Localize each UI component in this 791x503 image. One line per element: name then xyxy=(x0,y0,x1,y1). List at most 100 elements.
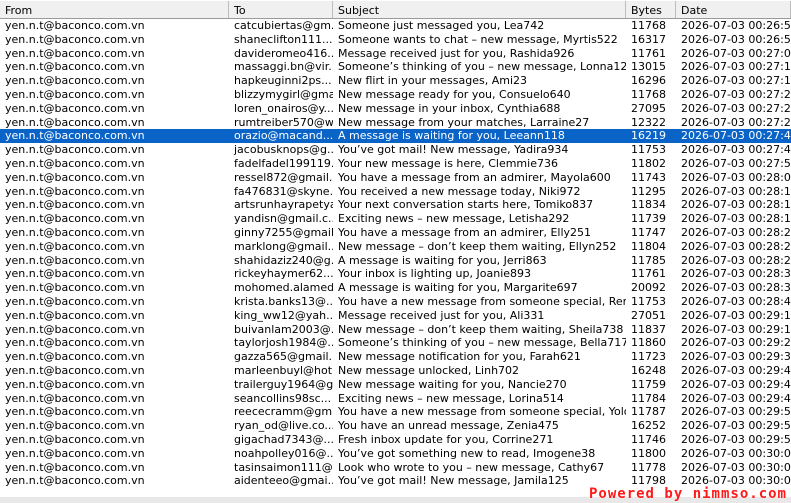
cell-subject: New flirt in your messages, Ami23 xyxy=(338,74,528,88)
cell-bytes: 27095 xyxy=(631,101,666,115)
cell-from: yen.n.t@baconco.com.vn xyxy=(5,184,145,198)
cell-bytes: 11785 xyxy=(631,253,666,267)
table-row[interactable]: yen.n.t@baconco.com.vn shaneclifton111...… xyxy=(0,33,791,47)
table-row[interactable]: yen.n.t@baconco.com.vn taylorjosh1984@...… xyxy=(0,336,791,350)
cell-to: fa476831@skyne... xyxy=(234,184,333,198)
cell-date: 2026-07-03 00:29:48 xyxy=(681,391,791,405)
table-row[interactable]: yen.n.t@baconco.com.vn marklong@gmail....… xyxy=(0,240,791,254)
table-row[interactable]: yen.n.t@baconco.com.vn blizzymygirl@gmai.… xyxy=(0,88,791,102)
cell-subject: You have a message from an admirer, Mayo… xyxy=(338,170,611,184)
table-row[interactable]: yen.n.t@baconco.com.vn ressel872@gmail...… xyxy=(0,171,791,185)
cell-bytes: 11739 xyxy=(631,212,666,226)
column-header-row: From To Subject Bytes Date xyxy=(0,0,791,19)
table-row[interactable]: yen.n.t@baconco.com.vn gazza565@gmail... N… xyxy=(0,350,791,364)
cell-bytes: 11759 xyxy=(631,377,666,391)
table-row[interactable]: yen.n.t@baconco.com.vn fa476831@skyne... Y… xyxy=(0,185,791,199)
table-row[interactable]: yen.n.t@baconco.com.vn ryan_od@live.co...… xyxy=(0,419,791,433)
cell-from: yen.n.t@baconco.com.vn xyxy=(5,60,145,74)
cell-to: rickeyhaymer62... xyxy=(234,267,333,281)
cell-bytes: 11747 xyxy=(631,225,666,239)
column-header-to[interactable]: To xyxy=(229,1,333,18)
table-row[interactable]: yen.n.t@baconco.com.vn orazio@macand... A … xyxy=(0,129,791,144)
email-list-table[interactable]: From To Subject Bytes Date yen.n.t@bacon… xyxy=(0,0,791,503)
cell-bytes: 27051 xyxy=(631,308,666,322)
table-row[interactable]: yen.n.t@baconco.com.vn reececramm@gm... Yo… xyxy=(0,405,791,419)
table-row[interactable]: yen.n.t@baconco.com.vn shahidaziz240@g...… xyxy=(0,254,791,268)
cell-date: 2026-07-03 00:30:03 xyxy=(681,460,791,474)
cell-to: shaneclifton111... xyxy=(234,32,333,46)
table-row[interactable]: yen.n.t@baconco.com.vn davideromeo416... M… xyxy=(0,47,791,61)
cell-date: 2026-07-03 00:29:40 xyxy=(681,363,791,377)
table-row[interactable]: yen.n.t@baconco.com.vn gigachad7343@... Fr… xyxy=(0,433,791,447)
table-row[interactable]: yen.n.t@baconco.com.vn noahpolley016@... Y… xyxy=(0,447,791,461)
cell-subject: Someone’s thinking of you – new message,… xyxy=(338,60,626,74)
cell-from: yen.n.t@baconco.com.vn xyxy=(5,143,145,157)
table-row[interactable]: yen.n.t@baconco.com.vn rickeyhaymer62... Y… xyxy=(0,267,791,281)
cell-bytes: 11768 xyxy=(631,87,666,101)
table-row[interactable]: yen.n.t@baconco.com.vn jacobusknops@g... Y… xyxy=(0,143,791,157)
cell-bytes: 12322 xyxy=(631,115,666,129)
table-row[interactable]: yen.n.t@baconco.com.vn krista.banks13@...… xyxy=(0,295,791,309)
cell-from: yen.n.t@baconco.com.vn xyxy=(5,170,145,184)
table-row[interactable]: yen.n.t@baconco.com.vn loren_onairos@y...… xyxy=(0,102,791,116)
column-header-subject[interactable]: Subject xyxy=(333,1,626,18)
table-row[interactable]: yen.n.t@baconco.com.vn tasinsaimon111@...… xyxy=(0,461,791,475)
cell-date: 2026-07-03 00:29:32 xyxy=(681,350,791,364)
cell-bytes: 16248 xyxy=(631,363,666,377)
table-row[interactable]: yen.n.t@baconco.com.vn fadelfadel199119..… xyxy=(0,157,791,171)
cell-subject: You have a new message from someone spec… xyxy=(338,294,626,308)
cell-date: 2026-07-03 00:28:15 xyxy=(681,198,791,212)
cell-from: yen.n.t@baconco.com.vn xyxy=(5,308,145,322)
column-header-bytes[interactable]: Bytes xyxy=(626,1,676,18)
table-row[interactable]: yen.n.t@baconco.com.vn mohomed.alamed... A… xyxy=(0,281,791,295)
cell-subject: Message received just for you, Ali331 xyxy=(338,308,545,322)
table-row[interactable]: yen.n.t@baconco.com.vn ginny7255@gmail...… xyxy=(0,226,791,240)
cell-subject: A message is waiting for you, Jerri863 xyxy=(338,253,547,267)
cell-from: yen.n.t@baconco.com.vn xyxy=(5,405,145,419)
cell-subject: New message notification for you, Farah6… xyxy=(338,350,581,364)
cell-bytes: 11804 xyxy=(631,239,666,253)
table-row[interactable]: yen.n.t@baconco.com.vn artsrunhayrapetya.… xyxy=(0,198,791,212)
cell-bytes: 11723 xyxy=(631,350,666,364)
cell-from: yen.n.t@baconco.com.vn xyxy=(5,419,145,433)
cell-bytes: 11743 xyxy=(631,170,666,184)
cell-subject: You have a new message from someone spec… xyxy=(338,405,626,419)
table-row[interactable]: yen.n.t@baconco.com.vn king_ww12@yah... Me… xyxy=(0,309,791,323)
cell-subject: Exciting news – new message, Letisha292 xyxy=(338,212,570,226)
cell-from: yen.n.t@baconco.com.vn xyxy=(5,281,145,295)
cell-from: yen.n.t@baconco.com.vn xyxy=(5,474,145,488)
column-header-from[interactable]: From xyxy=(0,1,229,18)
cell-date: 2026-07-03 00:28:22 xyxy=(681,239,791,253)
cell-to: trailerguy1964@g... xyxy=(234,377,333,391)
cell-date: 2026-07-03 00:29:22 xyxy=(681,336,791,350)
cell-date: 2026-07-03 00:27:42 xyxy=(681,143,791,157)
cell-date: 2026-07-03 00:29:48 xyxy=(681,377,791,391)
table-row[interactable]: yen.n.t@baconco.com.vn buivanlam2003@... N… xyxy=(0,323,791,337)
cell-to: catcubiertas@gm... xyxy=(234,19,333,32)
cell-date: 2026-07-03 00:27:05 xyxy=(681,46,791,60)
cell-date: 2026-07-03 00:26:55 xyxy=(681,32,791,46)
cell-to: ressel872@gmail.... xyxy=(234,170,333,184)
cell-subject: Your new message is here, Clemmie736 xyxy=(338,156,558,170)
cell-to: marklong@gmail.... xyxy=(234,239,333,253)
cell-subject: You have a message from an admirer, Elly… xyxy=(338,225,592,239)
table-row[interactable]: yen.n.t@baconco.com.vn catcubiertas@gm...… xyxy=(0,19,791,33)
cell-bytes: 16296 xyxy=(631,74,666,88)
table-row[interactable]: yen.n.t@baconco.com.vn marleenbuyl@hot...… xyxy=(0,364,791,378)
cell-subject: You received a new message today, Niki97… xyxy=(338,184,581,198)
cell-date: 2026-07-03 00:29:57 xyxy=(681,419,791,433)
cell-to: marleenbuyl@hot... xyxy=(234,363,333,377)
table-row[interactable]: yen.n.t@baconco.com.vn massaggi.bn@vir...… xyxy=(0,60,791,74)
cell-subject: New message from your matches, Larraine2… xyxy=(338,115,590,129)
cell-subject: You’ve got mail! New message, Yadira934 xyxy=(338,143,569,157)
cell-to: ryan_od@live.co... xyxy=(234,419,333,433)
table-row[interactable]: yen.n.t@baconco.com.vn yandisn@gmail.c...… xyxy=(0,212,791,226)
cell-subject: Look who wrote to you – new message, Cat… xyxy=(338,460,605,474)
cell-subject: Fresh inbox update for you, Corrine271 xyxy=(338,432,554,446)
column-header-date[interactable]: Date xyxy=(676,1,791,18)
cell-date: 2026-07-03 00:28:26 xyxy=(681,253,791,267)
table-row[interactable]: yen.n.t@baconco.com.vn hapkeuginni2ps... N… xyxy=(0,74,791,88)
table-row[interactable]: yen.n.t@baconco.com.vn trailerguy1964@g..… xyxy=(0,378,791,392)
table-row[interactable]: yen.n.t@baconco.com.vn seancollins98sc...… xyxy=(0,392,791,406)
table-row[interactable]: yen.n.t@baconco.com.vn rumtreiber570@w...… xyxy=(0,116,791,130)
